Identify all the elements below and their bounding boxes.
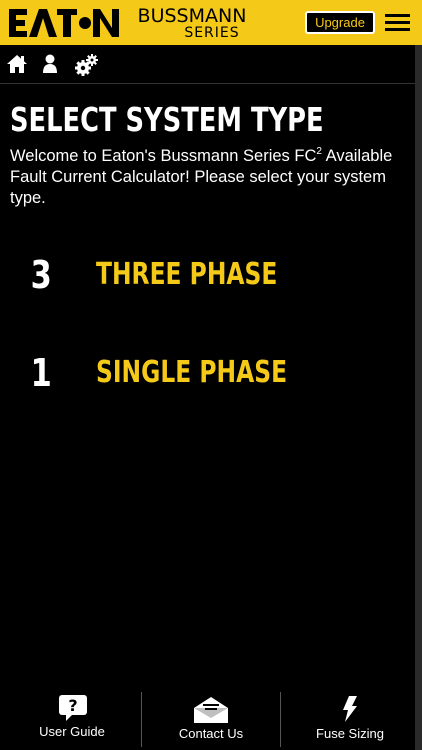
scrollbar[interactable] <box>415 45 422 750</box>
user-guide-label: User Guide <box>39 724 105 739</box>
page-title: SELECT SYSTEM TYPE <box>10 100 324 139</box>
lightning-icon <box>343 696 357 722</box>
three-phase-option[interactable]: 3 THREE PHASE <box>0 253 400 313</box>
hamburger-menu-icon[interactable] <box>385 14 410 32</box>
fuse-sizing-button[interactable]: Fuse Sizing <box>281 690 419 750</box>
option-number: 1 <box>30 351 52 395</box>
option-label: SINGLE PHASE <box>96 355 288 390</box>
user-icon[interactable] <box>42 54 58 79</box>
question-icon: ? <box>59 695 87 721</box>
svg-text:?: ? <box>68 696 77 715</box>
single-phase-option[interactable]: 1 SINGLE PHASE <box>0 351 400 411</box>
contact-us-button[interactable]: Contact Us <box>142 690 280 750</box>
footer-nav: ? User Guide Contact Us Fuse Sizing <box>0 690 415 750</box>
user-guide-button[interactable]: ? User Guide <box>3 690 141 750</box>
toolbar <box>0 45 422 84</box>
bussmann-logo: BUSSMANN SERIES <box>136 6 248 40</box>
contact-us-label: Contact Us <box>178 726 244 741</box>
home-icon[interactable] <box>6 54 28 79</box>
brand-line-2: SERIES <box>184 25 240 41</box>
envelope-icon <box>194 697 228 723</box>
gear-icon[interactable] <box>74 53 98 82</box>
option-label: THREE PHASE <box>96 257 278 292</box>
intro-text: Welcome to Eaton's Bussmann Series FC2 A… <box>10 146 393 208</box>
brand-line-1: BUSSMANN <box>137 5 247 27</box>
fuse-sizing-label: Fuse Sizing <box>316 726 384 741</box>
option-number: 3 <box>30 253 52 297</box>
upgrade-button[interactable]: Upgrade <box>305 11 375 34</box>
eaton-logo <box>9 6 119 40</box>
app-header: BUSSMANN SERIES Upgrade <box>0 0 422 45</box>
